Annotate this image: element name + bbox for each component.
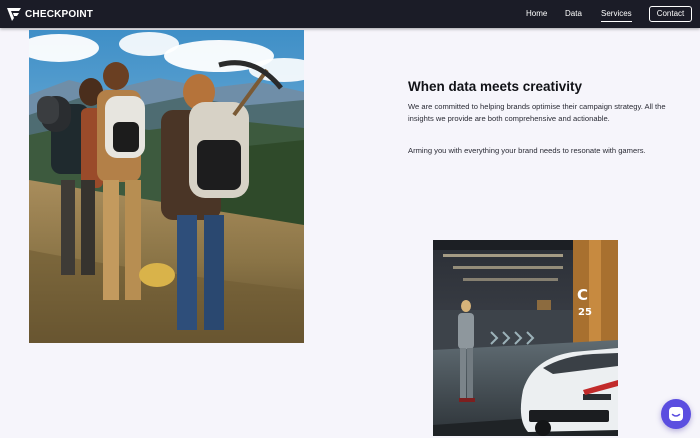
brand-logo[interactable]: CHECKPOINT	[7, 7, 93, 21]
garage-sign-letter: C	[577, 286, 589, 304]
chat-launcher-button[interactable]	[661, 399, 691, 429]
garage-car-photo: C 25	[433, 240, 618, 436]
nav-link-services[interactable]: Services	[601, 9, 632, 22]
checkpoint-logo-icon	[7, 7, 21, 21]
top-navbar: CHECKPOINT Home Data Services Contact	[0, 0, 700, 28]
section-headline: When data meets creativity	[408, 79, 583, 94]
hikers-illustration	[29, 30, 304, 343]
garage-bay-number: 25	[578, 307, 592, 318]
nav-link-home[interactable]: Home	[526, 9, 547, 19]
contact-button[interactable]: Contact	[649, 6, 692, 22]
intro-paragraph: We are committed to helping brands optim…	[408, 102, 666, 124]
brand-name: CHECKPOINT	[25, 8, 94, 20]
garage-car-illustration	[433, 240, 618, 436]
nav-link-data[interactable]: Data	[565, 9, 582, 19]
gamers-paragraph: Arming you with everything your brand ne…	[408, 146, 646, 155]
chat-icon	[669, 407, 683, 421]
hikers-photo	[29, 30, 304, 343]
